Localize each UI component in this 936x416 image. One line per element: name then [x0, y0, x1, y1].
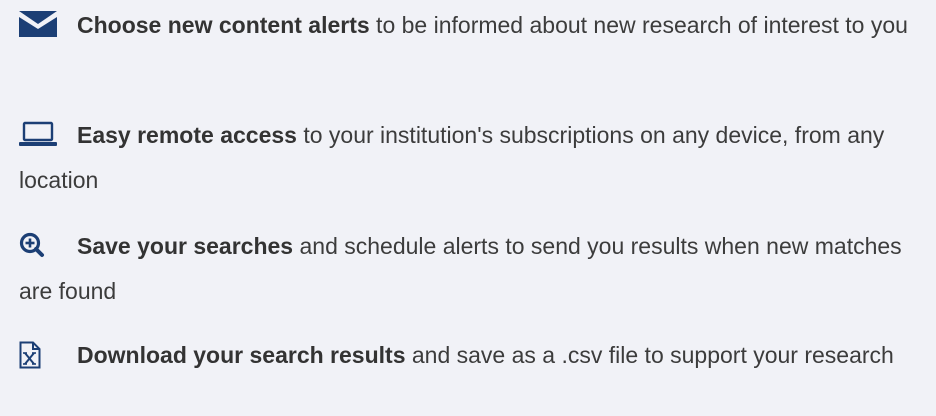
feature-saved-searches: Save your searches and schedule alerts t…: [19, 224, 931, 314]
feature-text: Download your search results and save as…: [19, 333, 931, 378]
feature-title: Save your searches: [77, 233, 294, 259]
feature-download-results: Download your search results and save as…: [19, 333, 931, 378]
feature-title: Download your search results: [77, 342, 406, 368]
feature-text: Easy remote access to your institution's…: [19, 113, 931, 203]
search-plus-icon: [19, 232, 57, 258]
feature-description: to be informed about new research of int…: [369, 12, 908, 38]
feature-remote-access: Easy remote access to your institution's…: [19, 113, 931, 203]
laptop-icon: [19, 121, 57, 147]
envelope-icon: [19, 11, 57, 37]
feature-description: and save as a .csv file to support your …: [405, 342, 894, 368]
feature-text: Save your searches and schedule alerts t…: [19, 224, 931, 314]
feature-title: Easy remote access: [77, 122, 297, 148]
feature-content-alerts: Choose new content alerts to be informed…: [19, 3, 931, 48]
feature-list: Choose new content alerts to be informed…: [0, 0, 936, 416]
feature-text: Choose new content alerts to be informed…: [19, 3, 931, 48]
feature-title: Choose new content alerts: [77, 12, 370, 38]
excel-file-icon: [19, 341, 57, 369]
